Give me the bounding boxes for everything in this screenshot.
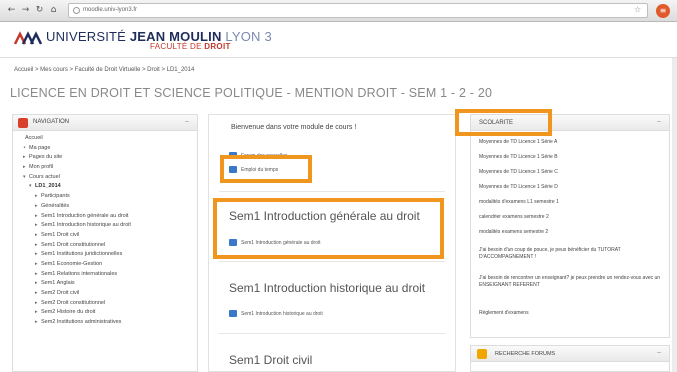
- nav-item[interactable]: ▸ Sem2 Droit civil: [19, 289, 197, 299]
- nav-item[interactable]: Accueil: [19, 134, 197, 144]
- nav-item-label: Pages du site: [29, 154, 63, 161]
- page-title: LICENCE EN DROIT ET SCIENCE POLITIQUE - …: [10, 86, 492, 100]
- nav-item-label: Sem2 Histoire du droit: [41, 309, 96, 316]
- nav-item[interactable]: ▾ Cours actuel: [19, 173, 197, 183]
- nav-item-label: Sem1 Anglais: [41, 280, 75, 287]
- nav-item[interactable]: ▸ Participants: [19, 192, 197, 202]
- nav-item[interactable]: • Ma page: [19, 144, 197, 154]
- nav-item-label: Sem1 Relations internationales: [41, 270, 118, 277]
- page-info-icon[interactable]: [73, 7, 80, 14]
- nav-item-label: LD1_2014: [35, 183, 61, 190]
- back-arrow-icon[interactable]: ←: [6, 5, 17, 16]
- section-divider: [219, 261, 445, 262]
- navigation-icon: [18, 118, 28, 128]
- section-title[interactable]: Sem1 Introduction historique au droit: [229, 281, 425, 295]
- scolarite-link[interactable]: calendrier examens semestre 2: [479, 214, 665, 221]
- highlight-section: [213, 198, 444, 259]
- nav-item[interactable]: ▾ LD1_2014: [19, 182, 197, 192]
- scolarite-link[interactable]: Moyennes de TD Licence 1 Série B: [479, 154, 665, 161]
- forum-search-block: RECHERCHE FORUMS –: [470, 345, 670, 372]
- vertical-scrollbar[interactable]: [672, 58, 677, 372]
- reload-icon[interactable]: ↻: [34, 5, 45, 16]
- navigation-header[interactable]: NAVIGATION –: [13, 115, 197, 131]
- nav-item-label: Accueil: [25, 135, 43, 141]
- resource-link[interactable]: Sem1 Introduction historique au droit: [241, 311, 323, 317]
- scolarite-link[interactable]: J'ai besoin d'un coup de pouce, je peux …: [479, 247, 665, 261]
- university-logo-icon[interactable]: [14, 30, 42, 46]
- scolarite-link[interactable]: Moyennes de TD Licence 1 Série D: [479, 184, 665, 191]
- nav-item[interactable]: ▸ Sem1 Introduction historique au droit: [19, 221, 197, 231]
- nav-item[interactable]: ▸ Mon profil: [19, 163, 197, 173]
- nav-item[interactable]: ▸ Pages du site: [19, 153, 197, 163]
- nav-item-label: Sem1 Introduction générale au droit: [41, 212, 129, 219]
- highlight-scolarite: [455, 109, 552, 136]
- collapse-icon[interactable]: –: [185, 118, 189, 125]
- search-forum-icon: [477, 349, 487, 359]
- forum-search-header[interactable]: RECHERCHE FORUMS –: [471, 346, 669, 362]
- nav-item[interactable]: ▸ Sem1 Anglais: [19, 279, 197, 289]
- scolarite-block: SCOLARITE – Moyennes de TD Licence 1 Sér…: [470, 114, 670, 338]
- navigation-title: NAVIGATION: [33, 119, 70, 125]
- nav-item[interactable]: ▸ Sem1 Droit constitutionnel: [19, 241, 197, 251]
- nav-item[interactable]: ▸ Sem2 Droit constitutionnel: [19, 299, 197, 309]
- nav-item-label: Sem1 Droit constitutionnel: [41, 241, 106, 248]
- nav-item-label: Sem1 Institutions juridictionnelles: [41, 251, 123, 258]
- nav-item[interactable]: ▸ Sem2 Institutions administratives: [19, 318, 197, 328]
- collapse-icon[interactable]: –: [657, 118, 661, 125]
- section-divider: [219, 191, 445, 192]
- navigation-tree: Accueil • Ma page ▸ Pages du site ▸ Mon profil…: [13, 131, 197, 328]
- nav-item-label: Généralités: [41, 202, 70, 209]
- forum-search-title: RECHERCHE FORUMS: [495, 351, 556, 357]
- nav-item[interactable]: ▸ Sem1 Institutions juridictionnelles: [19, 250, 197, 260]
- browser-menu-icon[interactable]: ≡: [656, 4, 670, 18]
- nav-item[interactable]: ▸ Sem1 Relations internationales: [19, 270, 197, 280]
- faculty-name: FACULTÉ DE DROIT: [150, 42, 231, 51]
- nav-item-label: Sem2 Droit constitutionnel: [41, 299, 106, 306]
- nav-item[interactable]: ▸ Sem1 Economie-Gestion: [19, 260, 197, 270]
- nav-item-label: Sem1 Droit civil: [41, 231, 80, 238]
- scolarite-link[interactable]: Moyennes de TD Licence 1 Série C: [479, 169, 665, 176]
- url-text: moodle.univ-lyon3.fr: [83, 7, 138, 13]
- section-divider: [219, 333, 445, 334]
- nav-item[interactable]: ▸ Sem1 Droit civil: [19, 231, 197, 241]
- scolarite-link[interactable]: modalités examens semestre 2: [479, 229, 665, 236]
- address-bar[interactable]: moodle.univ-lyon3.fr: [68, 3, 648, 18]
- nav-item-label: Participants: [41, 193, 70, 200]
- forward-arrow-icon[interactable]: →: [20, 5, 31, 16]
- section-title[interactable]: Sem1 Droit civil: [229, 353, 312, 367]
- nav-item-label: Sem1 Economie-Gestion: [41, 260, 103, 267]
- nav-item-label: Sem1 Introduction historique au droit: [41, 222, 131, 229]
- scolarite-link[interactable]: modalités d'examens L1 semestre 1: [479, 199, 665, 206]
- home-icon[interactable]: ⌂: [48, 5, 59, 16]
- scolarite-link[interactable]: Règlement d'examens: [479, 310, 665, 317]
- bookmark-star-icon[interactable]: ☆: [634, 5, 641, 14]
- nav-item[interactable]: ▸ Généralités: [19, 202, 197, 212]
- breadcrumb[interactable]: Accueil > Mes cours > Faculté de Droit V…: [14, 67, 194, 73]
- nav-item[interactable]: ▸ Sem2 Histoire du droit: [19, 308, 197, 318]
- navigation-block: NAVIGATION – Accueil • Ma page ▸ Pages du si…: [12, 114, 198, 372]
- nav-item-label: Sem2 Institutions administratives: [41, 319, 122, 326]
- nav-item-label: Mon profil: [29, 164, 54, 171]
- welcome-message: Bienvenue dans votre module de cours !: [231, 124, 357, 131]
- nav-item-label: Cours actuel: [29, 173, 60, 180]
- scolarite-link[interactable]: Moyennes de TD Licence 1 Série A: [479, 139, 665, 146]
- nav-item-label: Ma page: [29, 144, 51, 151]
- nav-item-label: Sem2 Droit civil: [41, 290, 80, 296]
- browser-toolbar: ← → ↻ ⌂ moodle.univ-lyon3.fr ☆ ≡: [0, 0, 677, 22]
- site-header: UNIVERSITÉ JEAN MOULIN LYON 3 FACULTÉ DE…: [0, 22, 677, 58]
- resource-icon: [229, 310, 237, 317]
- nav-item[interactable]: ▸ Sem1 Introduction générale au droit: [19, 212, 197, 222]
- scolarite-link[interactable]: J'ai besoin de rencontrer un enseignant?…: [479, 275, 665, 289]
- highlight-schedule: [220, 155, 312, 183]
- collapse-icon[interactable]: –: [657, 349, 661, 356]
